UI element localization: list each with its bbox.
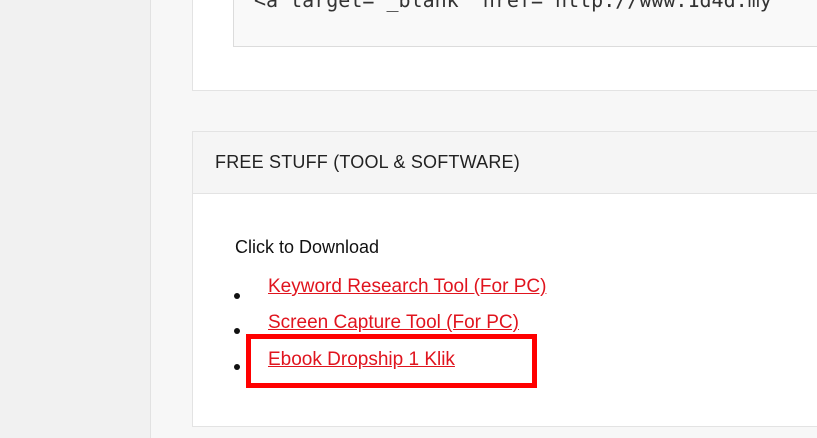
keyword-research-tool-link[interactable]: Keyword Research Tool (For PC) [268,276,546,298]
code-widget: <a target="_blank" href="http://www.1d4d… [192,0,817,91]
list-bullet [234,364,240,370]
widget-header: FREE STUFF (TOOL & SOFTWARE) [193,132,817,194]
download-intro: Click to Download [235,237,380,257]
left-margin [0,0,150,438]
list-bullet [234,293,240,299]
list-bullet [234,328,240,334]
code-snippet: <a target="_blank" href="http://www.1d4d… [254,0,772,12]
code-box[interactable]: <a target="_blank" href="http://www.1d4d… [233,0,817,47]
widget-title: FREE STUFF (TOOL & SOFTWARE) [215,152,520,172]
ebook-dropship-link[interactable]: Ebook Dropship 1 Klik [268,349,455,371]
screen-capture-tool-link[interactable]: Screen Capture Tool (For PC) [268,312,519,334]
